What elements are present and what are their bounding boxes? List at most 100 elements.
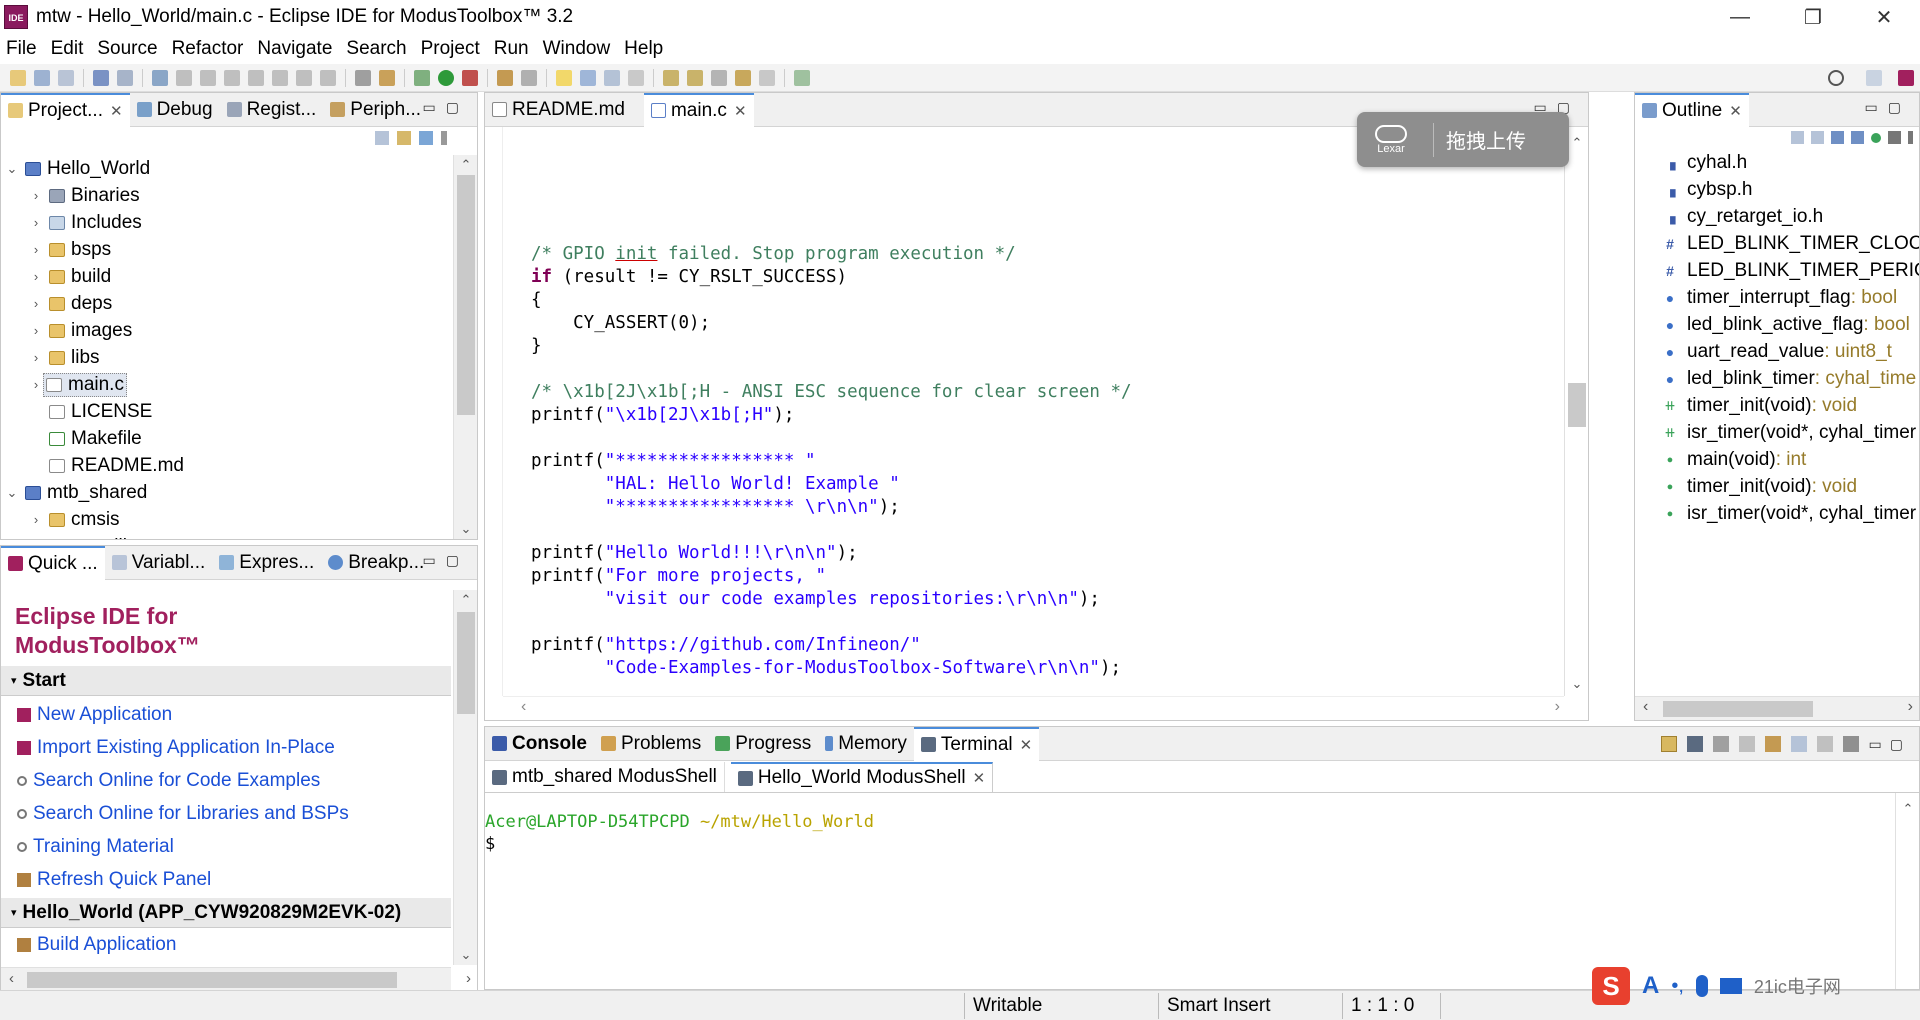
- chevron-down-icon[interactable]: ⌄: [5, 161, 19, 177]
- scrollbar-thumb[interactable]: [457, 175, 475, 415]
- menu-edit[interactable]: Edit: [51, 38, 84, 60]
- outline-item[interactable]: ● led_blink_active_flag : bool: [1635, 311, 1919, 338]
- tab-quick-panel[interactable]: Quick ...: [1, 546, 105, 580]
- scroll-right-icon[interactable]: ›: [1908, 698, 1913, 716]
- chevron-right-icon[interactable]: ›: [29, 269, 43, 284]
- scrollbar-thumb[interactable]: [1663, 701, 1813, 717]
- outline-item[interactable]: ● timer_init(void) : void: [1635, 473, 1919, 500]
- resume-icon[interactable]: [176, 69, 192, 86]
- collapse-all-icon[interactable]: [375, 131, 389, 145]
- scrollbar-thumb[interactable]: [1568, 383, 1586, 427]
- tab-debug[interactable]: Debug: [130, 93, 220, 127]
- chevron-right-icon[interactable]: ›: [29, 188, 43, 203]
- search-libraries-bsps-link[interactable]: Search Online for Libraries and BSPs: [1, 797, 451, 830]
- debug-icon[interactable]: [152, 69, 168, 86]
- debug-run-icon[interactable]: [414, 69, 430, 86]
- chevron-right-icon[interactable]: ›: [29, 350, 43, 365]
- chevron-right-icon[interactable]: ›: [29, 512, 43, 527]
- menu-search[interactable]: Search: [346, 38, 406, 60]
- outline-item[interactable]: ▗ cyhal.h: [1635, 149, 1919, 176]
- drag-upload-widget[interactable]: Lexar 拖拽上传: [1357, 112, 1569, 167]
- editor-scrollbar[interactable]: ⌃ ⌄: [1564, 127, 1588, 696]
- link-with-editor-icon[interactable]: [397, 131, 411, 145]
- view-menu-icon[interactable]: [1908, 131, 1913, 144]
- outline-item[interactable]: ● led_blink_timer : cyhal_time: [1635, 365, 1919, 392]
- ime-english-mode-icon[interactable]: A: [1642, 972, 1659, 1000]
- menu-source[interactable]: Source: [97, 38, 157, 60]
- tree-item-bsps[interactable]: › bsps: [1, 236, 451, 263]
- search-code-examples-link[interactable]: Search Online for Code Examples: [1, 764, 451, 797]
- tree-item-makefile[interactable]: Makefile: [1, 425, 451, 452]
- tab-peripherals[interactable]: Periph...: [323, 93, 428, 127]
- menu-file[interactable]: File: [6, 38, 37, 60]
- open-terminal-icon[interactable]: [1686, 736, 1703, 752]
- step-over-icon[interactable]: [296, 69, 312, 86]
- scrollbar-thumb[interactable]: [457, 612, 475, 714]
- previous-annotation-icon[interactable]: [687, 69, 703, 86]
- external-tools-icon[interactable]: [462, 69, 478, 86]
- sogou-ime-icon[interactable]: S: [1592, 967, 1630, 1005]
- outline-item[interactable]: # LED_BLINK_TIMER_PERIOD: [1635, 257, 1919, 284]
- outline-item[interactable]: ● uart_read_value : uint8_t: [1635, 338, 1919, 365]
- close-icon[interactable]: ✕: [1020, 736, 1033, 754]
- tree-item-main-c[interactable]: › main.c: [1, 371, 451, 398]
- outline-item[interactable]: ⧺ timer_init(void) : void: [1635, 392, 1919, 419]
- tree-item-binaries[interactable]: › Binaries: [1, 182, 451, 209]
- paste-icon[interactable]: [1764, 736, 1781, 752]
- mark-occurrences-icon[interactable]: [521, 69, 537, 86]
- chevron-right-icon[interactable]: ›: [29, 377, 43, 392]
- group-icon[interactable]: [1888, 131, 1901, 144]
- terminate-icon[interactable]: [224, 69, 240, 86]
- instruction-step-icon[interactable]: [355, 69, 371, 86]
- outline-hscrollbar[interactable]: ‹ ›: [1635, 696, 1919, 720]
- build-icon[interactable]: [93, 69, 109, 86]
- scroll-up-icon[interactable]: ⌃: [454, 592, 477, 608]
- tree-item-readme[interactable]: README.md: [1, 452, 451, 479]
- outline-item[interactable]: ● timer_interrupt_flag : bool: [1635, 284, 1919, 311]
- tree-item-hello-world[interactable]: ⌄ Hello_World: [1, 155, 451, 182]
- tab-expressions[interactable]: Expres...: [212, 546, 321, 580]
- view-menu-icon[interactable]: [441, 131, 447, 145]
- tree-item-libs[interactable]: › libs: [1, 344, 451, 371]
- keyboard-icon[interactable]: [1719, 978, 1742, 994]
- build-config-icon[interactable]: [117, 69, 133, 86]
- chevron-right-icon[interactable]: ›: [29, 323, 43, 338]
- minimize-button[interactable]: —: [1710, 0, 1770, 34]
- new-application-link[interactable]: New Application: [1, 698, 451, 731]
- search-icon[interactable]: [1828, 69, 1844, 86]
- close-icon[interactable]: ✕: [973, 769, 986, 787]
- tab-mtb-shared-shell[interactable]: mtb_shared ModusShell: [485, 762, 725, 792]
- tab-terminal[interactable]: Terminal ✕: [913, 727, 1040, 761]
- toggle-block-icon[interactable]: [580, 69, 596, 86]
- ime-punctuation-icon[interactable]: •,: [1671, 975, 1684, 998]
- scroll-down-icon[interactable]: ⌄: [454, 521, 477, 537]
- scroll-left-icon[interactable]: ‹: [521, 698, 526, 716]
- tree-item-images[interactable]: › images: [1, 317, 451, 344]
- menu-project[interactable]: Project: [421, 38, 480, 60]
- scroll-up-icon[interactable]: ⌃: [1896, 801, 1919, 817]
- tab-registers[interactable]: Regist...: [220, 93, 324, 127]
- tab-console[interactable]: Console: [485, 727, 594, 761]
- clear-console-icon[interactable]: [1816, 736, 1833, 752]
- terminal-output[interactable]: Acer@LAPTOP-D54TPCPD ~/mtw/Hello_World $: [485, 811, 874, 855]
- forward-icon[interactable]: [759, 69, 775, 86]
- tree-item-build[interactable]: › build: [1, 263, 451, 290]
- open-type-icon[interactable]: [379, 69, 395, 86]
- maximize-button[interactable]: ❐: [1783, 0, 1843, 34]
- scroll-up-icon[interactable]: ⌃: [454, 157, 477, 173]
- chevron-right-icon[interactable]: ›: [29, 215, 43, 230]
- tab-hello-world-shell[interactable]: Hello_World ModusShell ✕: [730, 762, 994, 792]
- menu-window[interactable]: Window: [543, 38, 611, 60]
- panel-min-max-icons[interactable]: ▭▢: [1865, 99, 1911, 116]
- outline-item[interactable]: ● isr_timer(void*, cyhal_timer: [1635, 500, 1919, 527]
- microphone-icon[interactable]: [1695, 975, 1708, 997]
- panel-min-max-icons[interactable]: ▭▢: [423, 99, 469, 116]
- disconnect-terminal-icon[interactable]: [1712, 736, 1729, 752]
- quick-panel-scrollbar[interactable]: ⌃ ⌄: [453, 590, 477, 965]
- tree-item-license[interactable]: LICENSE: [1, 398, 451, 425]
- next-annotation-icon[interactable]: [663, 69, 679, 86]
- suspend-icon[interactable]: [200, 69, 216, 86]
- build-application-link[interactable]: Build Application: [1, 928, 451, 961]
- close-icon[interactable]: ✕: [110, 102, 123, 120]
- quick-panel-hscrollbar[interactable]: ‹ ›: [1, 967, 471, 991]
